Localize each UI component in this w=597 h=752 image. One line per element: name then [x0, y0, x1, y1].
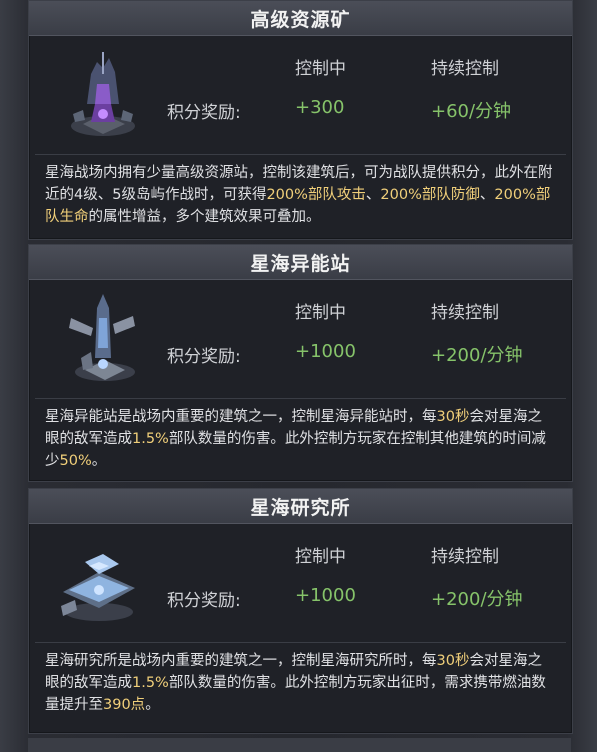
panel-title: 星海研究所: [29, 489, 572, 524]
reward-sustain-value: +60/分钟: [431, 101, 512, 122]
next-panel-edge: [28, 738, 571, 752]
column-header-control: 控制中: [295, 303, 346, 323]
stats-area: 控制中 持续控制 积分奖励: +300 +60/分钟: [29, 36, 572, 154]
resource-mine-building-icon: [71, 52, 135, 136]
reward-control-value: +1000: [295, 341, 356, 362]
panel-research-institute: 星海研究所 控制中 持续控制 积分奖励: +1000 +200/分钟 星海研究所…: [28, 488, 573, 734]
column-header-sustain: 持续控制: [431, 303, 499, 323]
column-header-sustain: 持续控制: [431, 59, 499, 79]
reward-control-value: +1000: [295, 585, 356, 606]
column-header-sustain: 持续控制: [431, 547, 499, 567]
highlight-text: 200%部队防御: [380, 187, 480, 203]
description-text: 星海研究所是战场内重要的建筑之一，控制星海研究所时，每: [45, 653, 437, 669]
highlight-text: 200%部队攻击: [266, 187, 366, 203]
description-text: 的属性增益，多个建筑效果可叠加。: [88, 209, 321, 225]
description-text: 、: [365, 187, 381, 203]
highlight-text: 390点: [103, 697, 146, 713]
panel-psionic-station: 星海异能站 控制中 持续控制 积分奖励: +1000 +200/分钟 星海异能站…: [28, 244, 573, 482]
description-text: 、: [479, 187, 495, 203]
panel-resource-mine: 高级资源矿 控制中 持续控制 积分奖励: +300 +60/分钟 星海战场内拥有…: [28, 0, 573, 240]
column-header-control: 控制中: [295, 547, 346, 567]
panel-description: 星海异能站是战场内重要的建筑之一，控制星海异能站时，每30秒会对星海之眼的敌军造…: [35, 398, 566, 480]
reward-label: 积分奖励:: [167, 103, 241, 123]
reward-control-value: +300: [295, 97, 345, 118]
stats-area: 控制中 持续控制 积分奖励: +1000 +200/分钟: [29, 280, 572, 398]
panel-title: 高级资源矿: [29, 1, 572, 36]
description-text: 星海异能站是战场内重要的建筑之一，控制星海异能站时，每: [45, 409, 437, 425]
panel-description: 星海研究所是战场内重要的建筑之一，控制星海研究所时，每30秒会对星海之眼的敌军造…: [35, 642, 566, 724]
reward-label: 积分奖励:: [167, 347, 241, 367]
highlight-text: 50%: [59, 453, 92, 469]
column-header-control: 控制中: [295, 59, 346, 79]
reward-sustain-value: +200/分钟: [431, 345, 523, 366]
highlight-text: 1.5%: [132, 431, 169, 447]
description-text: 。: [145, 697, 160, 713]
description-text: 。: [91, 453, 107, 469]
highlight-text: 1.5%: [132, 675, 169, 691]
reward-label: 积分奖励:: [167, 591, 241, 611]
stats-area: 控制中 持续控制 积分奖励: +1000 +200/分钟: [29, 524, 572, 642]
highlight-text: 30秒: [436, 653, 470, 669]
research-institute-building-icon: [61, 554, 135, 621]
panel-description: 星海战场内拥有少量高级资源站，控制该建筑后，可为战队提供积分，此外在附近的4级、…: [35, 154, 566, 236]
psionic-station-building-icon: [69, 294, 135, 381]
highlight-text: 30秒: [436, 409, 470, 425]
reward-sustain-value: +200/分钟: [431, 589, 523, 610]
panel-title: 星海异能站: [29, 245, 572, 280]
